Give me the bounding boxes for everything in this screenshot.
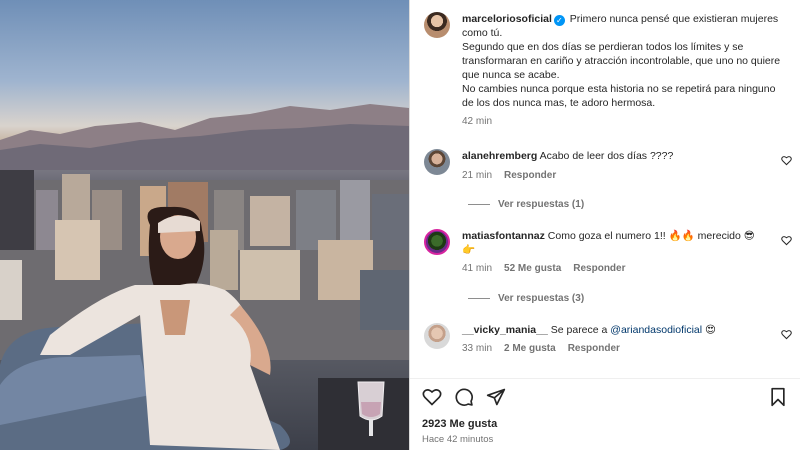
- comment-text: matiasfontannaz Como goza el numero 1!! …: [462, 229, 767, 257]
- comment-emoji: 😍: [705, 324, 716, 336]
- post-photo[interactable]: [0, 0, 409, 450]
- comment-meta: 41 min 52 Me gusta Responder: [462, 263, 767, 274]
- heart-icon[interactable]: [781, 235, 792, 246]
- share-button[interactable]: [486, 387, 506, 407]
- view-replies-button[interactable]: Ver respuestas (1): [468, 198, 584, 210]
- wine-glass-image: [357, 381, 385, 436]
- post-footer: 2923 Me gusta Hace 42 minutos: [410, 378, 800, 450]
- comment-username[interactable]: alanehremberg: [462, 150, 537, 162]
- post-caption: marceloriosoficial ✓ Primero nunca pensé …: [424, 12, 790, 127]
- comment-item: __vicky_mania__ Se parece a @ariandasodi…: [424, 323, 790, 354]
- avatar[interactable]: [424, 229, 450, 255]
- verified-badge-icon: ✓: [553, 15, 565, 26]
- comment-item: alanehremberg Acabo de leer dos días ???…: [424, 149, 790, 181]
- heart-icon: [422, 389, 442, 406]
- post-container: marceloriosoficial ✓ Primero nunca pensé …: [0, 0, 800, 450]
- post-timestamp: Hace 42 minutos: [422, 434, 494, 445]
- woman-image: [40, 206, 280, 450]
- comment-text: __vicky_mania__ Se parece a @ariandasodi…: [462, 323, 767, 337]
- comment-time: 41 min: [462, 263, 493, 274]
- comment-likes[interactable]: 52 Me gusta: [504, 263, 561, 274]
- avatar[interactable]: [424, 12, 450, 38]
- caption-body: Primero nunca pensé que existieran mujer…: [462, 13, 781, 109]
- comment-body: Acabo de leer dos días ????: [539, 150, 674, 162]
- comment-item: matiasfontannaz Como goza el numero 1!! …: [424, 229, 790, 274]
- divider: [468, 203, 490, 205]
- avatar[interactable]: [424, 149, 450, 175]
- send-icon: [486, 388, 506, 406]
- heart-icon[interactable]: [781, 329, 792, 340]
- comments-scroll[interactable]: marceloriosoficial ✓ Primero nunca pensé …: [410, 0, 800, 378]
- view-replies-button[interactable]: Ver respuestas (3): [468, 292, 584, 304]
- like-button[interactable]: [422, 387, 442, 407]
- comment-likes[interactable]: 2 Me gusta: [504, 343, 556, 354]
- view-replies-label: Ver respuestas (1): [498, 199, 585, 210]
- comment-button[interactable]: [454, 387, 474, 407]
- comment-time: 21 min: [462, 170, 493, 181]
- bookmark-icon: [771, 387, 785, 407]
- heart-icon[interactable]: [781, 155, 792, 166]
- comment-icon: [455, 388, 473, 406]
- reply-button[interactable]: Responder: [504, 170, 556, 181]
- comment-meta: 21 min Responder: [462, 170, 762, 181]
- reply-button[interactable]: Responder: [573, 263, 625, 274]
- view-replies-label: Ver respuestas (3): [498, 293, 585, 304]
- comment-text: alanehremberg Acabo de leer dos días ???…: [462, 149, 762, 163]
- avatar[interactable]: [424, 323, 450, 349]
- likes-count[interactable]: 2923 Me gusta: [422, 418, 497, 430]
- action-bar: [422, 387, 506, 407]
- caption-text: marceloriosoficial ✓ Primero nunca pensé …: [462, 12, 787, 110]
- divider: [468, 297, 490, 299]
- comment-username[interactable]: matiasfontannaz: [462, 230, 545, 242]
- save-button[interactable]: [768, 387, 788, 407]
- author-username[interactable]: marceloriosoficial: [462, 13, 552, 25]
- comment-meta: 33 min 2 Me gusta Responder: [462, 343, 767, 354]
- comment-time: 33 min: [462, 343, 493, 354]
- mention-link[interactable]: @ariandasodioficial: [610, 324, 702, 336]
- comment-body: Se parece a: [550, 324, 608, 336]
- comments-panel: marceloriosoficial ✓ Primero nunca pensé …: [409, 0, 800, 450]
- reply-button[interactable]: Responder: [568, 343, 620, 354]
- comment-username[interactable]: __vicky_mania__: [462, 324, 548, 336]
- caption-time: 42 min: [462, 116, 493, 127]
- caption-meta: 42 min: [462, 116, 787, 127]
